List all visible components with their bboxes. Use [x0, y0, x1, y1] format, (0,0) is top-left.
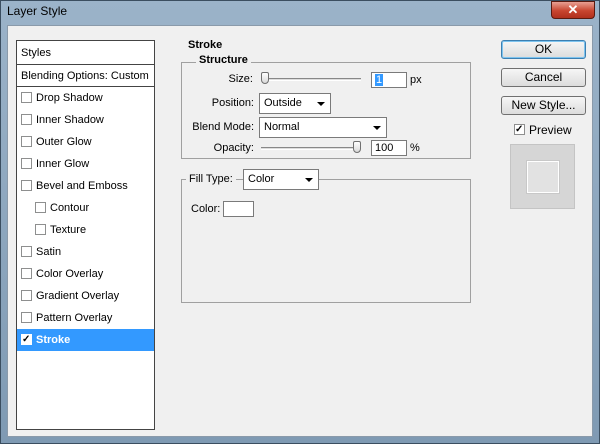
style-item-checkbox[interactable] — [21, 91, 32, 103]
opacity-input[interactable]: 100 — [371, 140, 407, 156]
chevron-down-icon — [305, 178, 313, 182]
style-item-checkbox[interactable] — [21, 289, 32, 301]
ok-button[interactable]: OK — [501, 40, 586, 59]
fill-type-value: Color — [248, 173, 275, 185]
size-value: 1 — [375, 74, 384, 86]
window-title: Layer Style — [7, 4, 68, 18]
style-item-texture[interactable]: Texture — [17, 219, 154, 241]
style-item-label: Pattern Overlay — [36, 312, 113, 324]
close-button[interactable]: ✕ — [551, 1, 595, 19]
size-label: Size: — [228, 73, 253, 85]
opacity-slider-track[interactable] — [261, 147, 361, 150]
style-item-label: Texture — [50, 224, 87, 236]
style-item-checkbox[interactable] — [21, 179, 32, 191]
dialog-body: Styles Blending Options: Custom Drop Sha… — [7, 25, 593, 437]
styles-header[interactable]: Styles — [17, 41, 154, 65]
style-item-label: Stroke — [36, 334, 71, 346]
blend-mode-label: Blend Mode: — [192, 121, 254, 133]
style-item-checkbox[interactable] — [35, 223, 46, 235]
preview-toggle[interactable]: Preview — [514, 123, 572, 137]
style-item-label: Bevel and Emboss — [36, 180, 128, 192]
style-item-inner-glow[interactable]: Inner Glow — [17, 153, 154, 175]
style-item-checkbox[interactable] — [21, 245, 32, 257]
style-item-label: Outer Glow — [36, 136, 92, 148]
opacity-value: 100 — [375, 142, 394, 154]
blending-options-item[interactable]: Blending Options: Custom — [17, 65, 154, 87]
position-value: Outside — [264, 97, 302, 109]
styles-list: Styles Blending Options: Custom Drop Sha… — [16, 40, 155, 430]
style-item-label: Color Overlay — [36, 268, 104, 280]
structure-group-title: Structure — [196, 54, 251, 66]
size-slider-track[interactable] — [261, 78, 361, 81]
style-item-inner-shadow[interactable]: Inner Shadow — [17, 109, 154, 131]
fill-type-label: Fill Type: — [186, 173, 236, 185]
style-item-label: Inner Shadow — [36, 114, 104, 126]
color-label: Color: — [191, 203, 221, 215]
fill-type-dropdown[interactable]: Color — [243, 169, 319, 190]
stroke-section-title: Stroke — [188, 39, 223, 51]
style-item-label: Drop Shadow — [36, 92, 103, 104]
style-item-checkbox[interactable] — [21, 157, 32, 169]
style-item-label: Contour — [50, 202, 90, 214]
style-item-gradient-overlay[interactable]: Gradient Overlay — [17, 285, 154, 307]
style-item-label: Satin — [36, 246, 62, 258]
style-item-satin[interactable]: Satin — [17, 241, 154, 263]
position-label: Position: — [211, 97, 254, 109]
stroke-color-swatch[interactable] — [223, 201, 254, 217]
style-item-checkbox[interactable] — [21, 113, 32, 125]
position-dropdown[interactable]: Outside — [259, 93, 331, 114]
preview-label: Preview — [529, 123, 572, 137]
style-item-contour[interactable]: Contour — [17, 197, 154, 219]
blend-mode-dropdown[interactable]: Normal — [259, 117, 387, 138]
style-item-label: Inner Glow — [36, 158, 90, 170]
blend-mode-value: Normal — [264, 121, 300, 133]
opacity-slider-thumb[interactable] — [353, 141, 361, 153]
style-item-label: Gradient Overlay — [36, 290, 120, 302]
chevron-down-icon — [373, 126, 381, 130]
style-item-bevel-and-emboss[interactable]: Bevel and Emboss — [17, 175, 154, 197]
size-slider-thumb[interactable] — [261, 72, 269, 84]
preview-checkbox[interactable] — [514, 124, 525, 136]
style-item-checkbox[interactable] — [21, 311, 32, 323]
size-unit: px — [410, 74, 422, 86]
layer-style-dialog: Layer Style ✕ Styles Blending Options: C… — [0, 0, 600, 444]
style-item-outer-glow[interactable]: Outer Glow — [17, 131, 154, 153]
size-input[interactable]: 1 — [371, 72, 407, 88]
fill-type-group — [181, 179, 471, 303]
chevron-down-icon — [317, 102, 325, 106]
style-item-checkbox[interactable] — [21, 333, 32, 345]
opacity-unit: % — [410, 142, 420, 154]
cancel-button[interactable]: Cancel — [501, 68, 586, 87]
style-item-checkbox[interactable] — [21, 135, 32, 147]
opacity-label: Opacity: — [213, 142, 254, 154]
style-item-pattern-overlay[interactable]: Pattern Overlay — [17, 307, 154, 329]
preview-swatch — [527, 161, 559, 193]
style-item-checkbox[interactable] — [21, 267, 32, 279]
style-item-drop-shadow[interactable]: Drop Shadow — [17, 87, 154, 109]
title-bar[interactable]: Layer Style ✕ — [1, 1, 599, 23]
style-item-color-overlay[interactable]: Color Overlay — [17, 263, 154, 285]
style-item-checkbox[interactable] — [35, 201, 46, 213]
new-style-button[interactable]: New Style... — [501, 96, 586, 115]
style-item-stroke[interactable]: Stroke — [17, 329, 154, 351]
preview-thumbnail — [510, 144, 575, 209]
